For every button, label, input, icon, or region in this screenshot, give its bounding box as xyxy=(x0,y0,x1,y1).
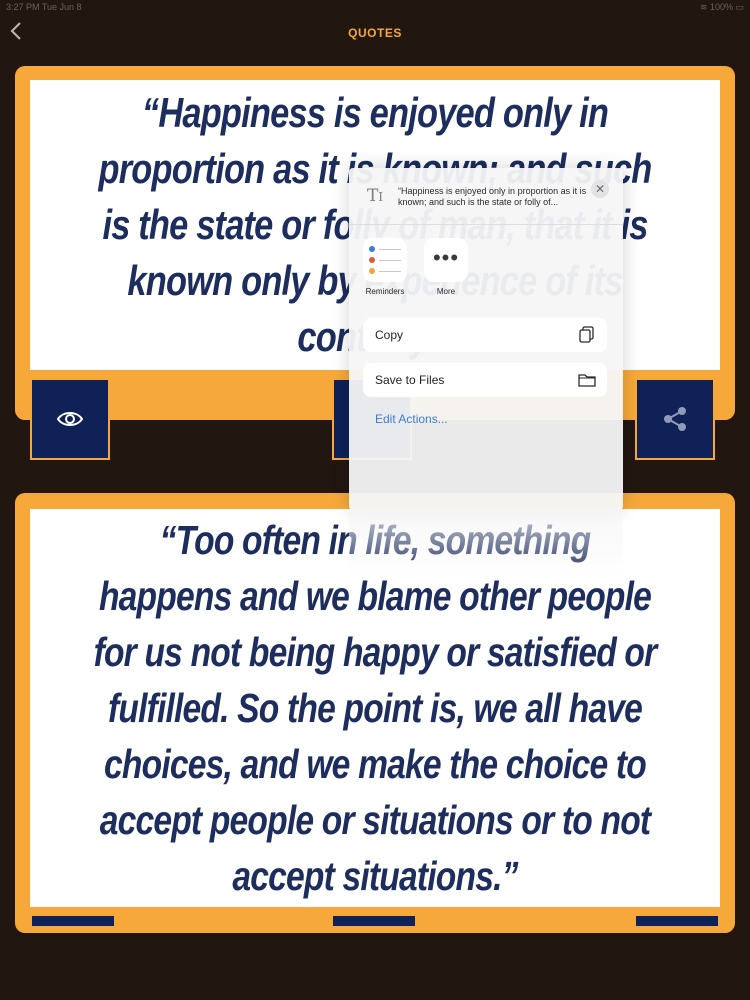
view-button[interactable] xyxy=(32,916,114,926)
close-icon: ✕ xyxy=(594,182,606,196)
share-button[interactable] xyxy=(635,378,715,460)
eye-icon xyxy=(56,412,84,426)
edit-actions-link[interactable]: Edit Actions... xyxy=(375,412,448,426)
battery-icon: ▭ xyxy=(735,2,744,12)
wifi-icon: ≋ xyxy=(699,2,708,12)
status-time: 3:27 PM xyxy=(6,2,40,12)
app-label: More xyxy=(436,287,456,296)
text-document-icon: TI xyxy=(366,186,384,206)
status-bar: 3:27 PM Tue Jun 8 ≋ 100% ▭ xyxy=(0,0,750,14)
page-title: QUOTES xyxy=(348,26,402,40)
action-label: Copy xyxy=(375,328,404,342)
status-date: Tue Jun 8 xyxy=(41,2,82,12)
share-sheet-header: TI “Happiness is enjoyed only in proport… xyxy=(349,168,623,225)
save-to-files-action[interactable]: Save to Files xyxy=(363,363,607,397)
share-sheet: TI “Happiness is enjoyed only in proport… xyxy=(349,168,623,510)
action-label: Save to Files xyxy=(375,373,445,387)
battery-level: 100% xyxy=(709,2,733,12)
share-app-more[interactable]: ••• More xyxy=(416,238,476,296)
copy-action[interactable]: Copy xyxy=(363,318,607,352)
close-button[interactable]: ✕ xyxy=(591,180,609,198)
app-label: Reminders xyxy=(365,287,405,296)
share-app-reminders[interactable]: Reminders xyxy=(355,238,415,296)
share-button[interactable] xyxy=(636,916,718,926)
more-icon: ••• xyxy=(424,238,468,282)
copy-icon xyxy=(579,326,594,343)
nav-bar: QUOTES xyxy=(0,14,750,54)
view-button[interactable] xyxy=(30,378,110,460)
reminders-icon xyxy=(363,238,407,282)
share-preview-text: “Happiness is enjoyed only in proportion… xyxy=(398,186,587,207)
card-action-button[interactable] xyxy=(333,916,415,926)
folder-icon xyxy=(578,374,596,387)
share-icon xyxy=(664,407,686,431)
share-sheet-fade xyxy=(349,510,623,580)
share-apps-row: Reminders ••• More xyxy=(349,238,623,298)
